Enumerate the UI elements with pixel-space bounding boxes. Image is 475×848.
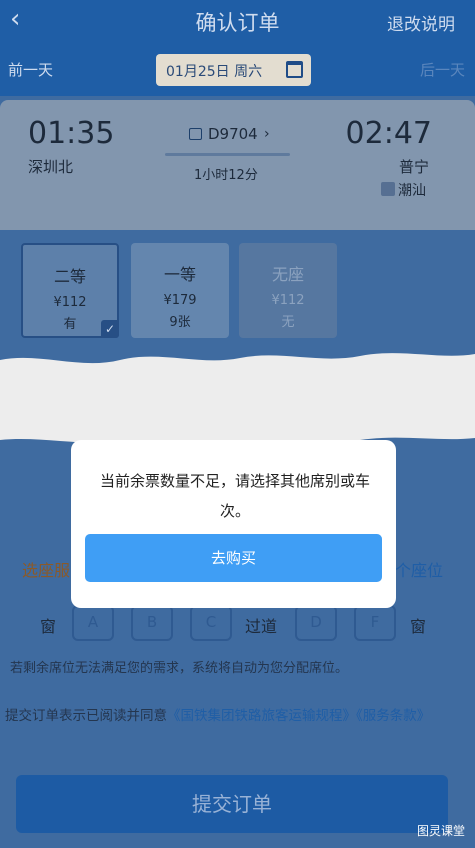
agreement-prefix: 提交订单表示已阅读并同意	[5, 708, 167, 724]
go-buy-button[interactable]: 去购买	[85, 534, 382, 582]
watermark: 图灵课堂	[416, 824, 465, 838]
auto-assign-hint: 若剩余席位无法满足您的需求，系统将自动为您分配席位。	[10, 661, 349, 676]
seat-selection-label: 选座服	[22, 561, 71, 580]
refund-policy-link[interactable]: 退改说明	[387, 10, 455, 35]
aisle-label: 过道	[245, 617, 278, 636]
train-number[interactable]: D9704	[208, 125, 258, 143]
seat-class-first[interactable]: 一等 ¥179 9张	[131, 243, 229, 338]
calendar-icon	[286, 61, 303, 78]
travel-duration: 1小时12分	[194, 168, 258, 183]
seat-class-price: ¥112	[271, 293, 305, 308]
rules-link[interactable]: 《国铁集团铁路旅客运输规程》	[167, 708, 356, 724]
submit-order-button[interactable]: 提交订单	[16, 775, 448, 833]
seat-map-row: 窗 A B C 过道 D F 窗	[0, 605, 475, 645]
next-day-button[interactable]: 后一天	[420, 59, 465, 80]
window-label-left: 窗	[40, 617, 57, 636]
seat-selection-count: 个座位	[394, 561, 443, 580]
departure-station: 深圳北	[28, 158, 74, 176]
arrival-station: 普宁	[398, 158, 429, 176]
arrival-time: 02:47	[345, 116, 432, 151]
seat-class-name: 一等	[163, 265, 196, 284]
date-bar: 前一天 01月25日 周六 后一天	[0, 44, 475, 96]
terms-link[interactable]: 《服务条款》	[356, 708, 430, 724]
top-header: ‹ 确认订单 退改说明	[0, 0, 475, 44]
seat-class-price: ¥112	[53, 295, 87, 310]
seat-d-button[interactable]: D	[295, 605, 337, 641]
arrival-tag-station: 潮汕	[398, 183, 426, 199]
seat-a-button[interactable]: A	[72, 605, 114, 641]
prev-day-button[interactable]: 前一天	[8, 59, 53, 80]
seat-class-list: 二等 ¥112 有 ✓ 一等 ¥179 9张 无座 ¥112 无	[0, 230, 475, 340]
train-icon	[189, 128, 202, 140]
seat-class-availability: 无	[281, 315, 295, 330]
window-label-right: 窗	[410, 617, 427, 636]
seat-b-button[interactable]: B	[131, 605, 173, 641]
pass-icon	[381, 182, 395, 196]
date-text: 01月25日 周六	[166, 64, 263, 80]
chevron-right-icon: ›	[264, 126, 270, 142]
route-line	[165, 153, 290, 156]
seat-class-availability: 9张	[169, 315, 191, 330]
departure-time: 01:35	[28, 116, 115, 151]
seat-class-price: ¥179	[163, 293, 197, 308]
seat-c-button[interactable]: C	[190, 605, 232, 641]
date-picker[interactable]: 01月25日 周六	[156, 54, 311, 86]
seat-class-no-seat: 无座 ¥112 无	[239, 243, 337, 338]
dialog-message: 当前余票数量不足，请选择其他席别或车次。	[99, 472, 370, 520]
agreement-text: 提交订单表示已阅读并同意《国铁集团铁路旅客运输规程》《服务条款》	[5, 702, 465, 731]
train-info-card: 01:35 深圳北 D9704 › 1小时12分 02:47 普宁 潮汕	[0, 100, 475, 230]
seat-class-name: 无座	[271, 265, 304, 284]
seat-class-name: 二等	[53, 267, 86, 286]
insufficient-tickets-dialog: 当前余票数量不足，请选择其他席别或车次。 去购买	[71, 440, 396, 608]
seat-class-second[interactable]: 二等 ¥112 有 ✓	[21, 243, 119, 338]
seat-f-button[interactable]: F	[354, 605, 396, 641]
